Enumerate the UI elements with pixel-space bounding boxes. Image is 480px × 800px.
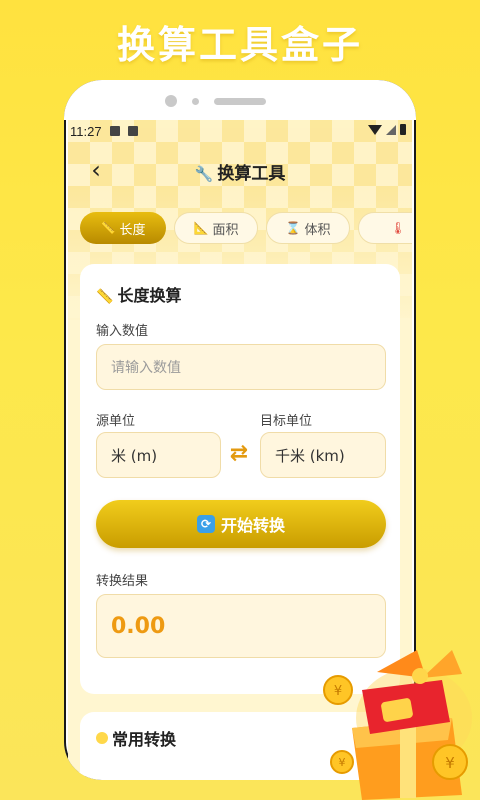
wrench-icon: 🔧 bbox=[194, 165, 214, 183]
cube-icon: ⌛ bbox=[285, 221, 301, 235]
lightbulb-icon bbox=[96, 732, 108, 744]
tab-length[interactable]: 📏 长度 bbox=[80, 212, 166, 244]
wifi-icon bbox=[368, 124, 382, 135]
tab-volume[interactable]: ⌛ 体积 bbox=[266, 212, 350, 244]
category-tabs: 📏 长度 📐 面积 ⌛ 体积 🌡 bbox=[80, 212, 412, 246]
thermometer-icon: 🌡 bbox=[390, 221, 406, 235]
svg-text:¥: ¥ bbox=[445, 754, 455, 772]
svg-text:¥: ¥ bbox=[339, 756, 346, 769]
swap-icon[interactable]: ⇄ bbox=[227, 442, 251, 466]
target-unit-label: 目标单位 bbox=[260, 414, 313, 429]
converter-title-text: 长度换算 bbox=[117, 286, 182, 305]
target-unit-select[interactable]: 千米 (km) bbox=[260, 432, 386, 478]
tab-label: 体积 bbox=[304, 222, 331, 238]
tab-label: 面积 bbox=[212, 222, 239, 238]
image-notification-icon bbox=[109, 126, 120, 136]
ruler-icon: 📏 bbox=[100, 221, 116, 235]
promo-title: 换算工具盒子 bbox=[116, 23, 363, 67]
common-conversions-title: 常用转换 bbox=[96, 726, 176, 750]
tab-label: 长度 bbox=[119, 222, 146, 238]
sensor-icon bbox=[192, 98, 199, 105]
status-indicators bbox=[368, 124, 406, 135]
app-notification-icon bbox=[127, 126, 138, 136]
result-label: 转换结果 bbox=[96, 574, 149, 589]
input-label: 输入数值 bbox=[96, 324, 149, 339]
signal-icon bbox=[386, 124, 396, 135]
page-title: 🔧 换算工具 bbox=[68, 159, 412, 184]
source-unit-label: 源单位 bbox=[96, 414, 136, 429]
refresh-icon: ⟳ bbox=[196, 515, 215, 533]
tab-area[interactable]: 📐 面积 bbox=[174, 212, 258, 244]
ruler-icon: 📏 bbox=[96, 289, 114, 305]
battery-icon bbox=[400, 124, 406, 135]
gift-box-illustration: ¥ ¥ ¥ bbox=[323, 650, 472, 800]
svg-text:¥: ¥ bbox=[334, 684, 342, 699]
start-convert-label: 开始转换 bbox=[220, 516, 285, 535]
tab-temperature[interactable]: 🌡 bbox=[358, 212, 412, 244]
speaker-grille bbox=[214, 98, 266, 105]
status-time: 11:27 bbox=[70, 123, 102, 139]
converter-title: 📏 长度换算 bbox=[96, 282, 181, 306]
page-title-text: 换算工具 bbox=[217, 164, 286, 184]
common-conversions-text: 常用转换 bbox=[112, 730, 177, 749]
status-bar: 11:27 bbox=[68, 120, 412, 142]
nav-bar: ‹ 🔧 换算工具 bbox=[68, 148, 412, 192]
triangle-ruler-icon: 📐 bbox=[193, 221, 209, 235]
value-input[interactable]: 请输入数值 bbox=[96, 344, 386, 390]
camera-icon bbox=[165, 95, 177, 107]
phone-top-bezel bbox=[64, 80, 416, 120]
source-unit-select[interactable]: 米 (m) bbox=[96, 432, 221, 478]
start-convert-button[interactable]: ⟳ 开始转换 bbox=[96, 500, 386, 548]
